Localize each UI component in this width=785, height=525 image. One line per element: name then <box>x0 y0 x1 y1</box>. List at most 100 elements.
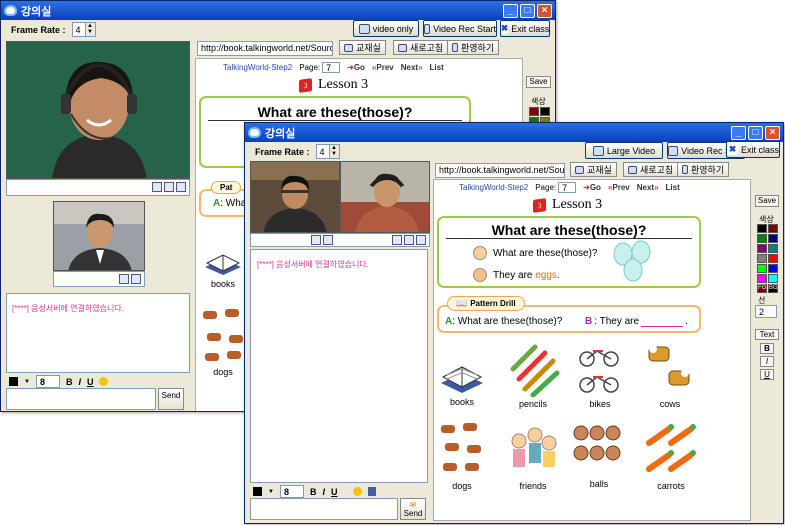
color-palette[interactable]: FG BG <box>757 224 778 293</box>
chat-log[interactable]: [****] 음성서버에 연결하였습니다. <box>250 249 428 483</box>
snapshot-icon[interactable] <box>164 182 174 192</box>
bold-button[interactable]: B <box>310 487 317 497</box>
frame-rate-spinner[interactable]: 4 ▲ ▼ <box>315 144 340 159</box>
refresh-button[interactable]: 새로고침 <box>623 162 679 177</box>
emoticon-icon[interactable] <box>99 377 109 386</box>
font-size-spinner[interactable]: 8 <box>279 485 304 498</box>
snapshot-icon[interactable] <box>404 235 414 245</box>
title-bar[interactable]: 강의실 _ □ × <box>1 1 555 20</box>
video-only-button[interactable]: video only <box>353 20 419 37</box>
text-color-swatch[interactable] <box>9 377 18 386</box>
underline-button[interactable]: U <box>87 377 94 387</box>
prev-button[interactable]: «Prev <box>372 63 394 72</box>
url-field[interactable]: http://book.talkingworld.net/Source/View <box>197 41 333 56</box>
draw-italic-button[interactable]: I <box>760 356 774 367</box>
list-button[interactable]: List <box>666 183 680 192</box>
title-bar[interactable]: 강의실 _ □ × <box>245 123 783 142</box>
page-input[interactable]: 7 <box>322 62 341 73</box>
draw-bold-button[interactable]: B <box>760 343 774 354</box>
emoticon-icon[interactable] <box>353 487 363 496</box>
palette-swatch[interactable] <box>768 264 778 273</box>
chat-input[interactable] <box>6 388 156 410</box>
chat-input[interactable] <box>250 498 398 520</box>
user-icon[interactable] <box>131 274 141 284</box>
palette-swatch[interactable] <box>757 254 767 263</box>
prev-button[interactable]: «Prev <box>608 183 630 192</box>
close-icon[interactable]: × <box>765 125 780 140</box>
bold-button[interactable]: B <box>66 377 73 387</box>
palette-swatch[interactable] <box>768 234 778 243</box>
next-button[interactable]: Next» <box>637 183 659 192</box>
lesson-title: Lesson 3 <box>552 197 603 212</box>
large-video-button[interactable]: Large Video <box>585 142 663 159</box>
minimize-icon[interactable]: _ <box>503 3 518 18</box>
zoom-icon[interactable] <box>152 182 162 192</box>
save-drawing-button[interactable]: Save <box>755 195 779 207</box>
hand-icon[interactable] <box>311 235 321 245</box>
book-title: TalkingWorld-Step2 <box>223 63 293 72</box>
books-picture: books <box>437 349 487 407</box>
exit-class-button[interactable]: ✖ Exit class <box>726 141 780 158</box>
pencils-picture: pencils <box>505 343 561 409</box>
classroom-window-front[interactable]: 강의실 _ □ × Frame Rate : 4 ▲ ▼ Large Video V… <box>244 122 784 524</box>
palette-swatch[interactable] <box>768 274 778 283</box>
chat-log[interactable]: [****] 음성서버에 연결하였습니다. <box>6 293 190 373</box>
maximize-icon[interactable]: □ <box>748 125 763 140</box>
italic-button[interactable]: I <box>322 487 325 497</box>
chat-message: [****] 음성서버에 연결하였습니다. <box>12 304 124 313</box>
fullscreen-icon[interactable] <box>416 235 426 245</box>
line-width-spinner[interactable]: 2 <box>755 305 777 318</box>
student-video <box>53 201 145 271</box>
classroom-materials-button[interactable]: 교재실 <box>339 40 386 55</box>
palette-swatch[interactable] <box>757 244 767 253</box>
palette-swatch[interactable] <box>768 224 778 233</box>
palette-swatch[interactable] <box>757 234 767 243</box>
boy-avatar-icon <box>473 268 487 282</box>
palette-swatch[interactable] <box>529 107 539 116</box>
books-word: books <box>449 397 475 407</box>
palette-swatch[interactable] <box>768 244 778 253</box>
url-field[interactable]: http://book.talkingworld.net/Source/View <box>435 163 565 178</box>
hand-icon[interactable] <box>119 274 129 284</box>
palette-swatch[interactable] <box>540 107 550 116</box>
font-size-spinner[interactable]: 8 <box>35 375 60 388</box>
classroom-materials-button[interactable]: 교재실 <box>570 162 617 177</box>
exit-class-button[interactable]: ✖ Exit class <box>500 20 550 37</box>
save-button[interactable]: Save <box>526 76 551 88</box>
list-button[interactable]: List <box>430 63 444 72</box>
send-button[interactable]: Send <box>158 388 184 410</box>
drill-blank[interactable] <box>641 316 684 327</box>
minimize-icon[interactable]: _ <box>731 125 746 140</box>
go-button[interactable]: ➜Go <box>583 183 601 192</box>
palette-swatch[interactable] <box>757 224 767 233</box>
maximize-icon[interactable]: □ <box>520 3 535 18</box>
welcome-button[interactable]: 환영하기 <box>677 162 730 177</box>
next-button[interactable]: Next» <box>401 63 423 72</box>
video-rec-start-button[interactable]: Video Rec Start <box>423 20 497 37</box>
italic-button[interactable]: I <box>78 377 81 387</box>
bg-swatch[interactable]: BG <box>768 284 778 293</box>
line-width-value: 2 <box>759 306 765 317</box>
go-button[interactable]: ➜Go <box>347 63 365 72</box>
palette-swatch[interactable] <box>768 254 778 263</box>
user-icon[interactable] <box>323 235 333 245</box>
underline-button[interactable]: U <box>331 487 338 497</box>
palette-swatch[interactable] <box>757 274 767 283</box>
close-icon[interactable]: × <box>537 3 552 18</box>
frame-rate-spinner[interactable]: 4 ▲ ▼ <box>71 22 96 37</box>
draw-underline-button[interactable]: U <box>760 369 774 380</box>
page-input[interactable]: 7 <box>558 182 577 193</box>
fullscreen-icon[interactable] <box>176 182 186 192</box>
welcome-button[interactable]: 환영하기 <box>447 40 500 55</box>
next-label: Next <box>636 183 655 192</box>
send-button[interactable]: ✉ Send <box>400 498 426 520</box>
video-only-label: video only <box>372 23 414 34</box>
refresh-button[interactable]: 새로고침 <box>393 40 449 55</box>
question-line: What are these(those)? <box>493 247 598 259</box>
zoom-icon[interactable] <box>392 235 402 245</box>
text-color-swatch[interactable] <box>253 487 262 496</box>
text-tool-button[interactable]: Text <box>755 329 779 340</box>
palette-swatch[interactable] <box>757 264 767 273</box>
save-chat-icon[interactable] <box>368 487 377 496</box>
fg-swatch[interactable]: FG <box>757 284 767 293</box>
